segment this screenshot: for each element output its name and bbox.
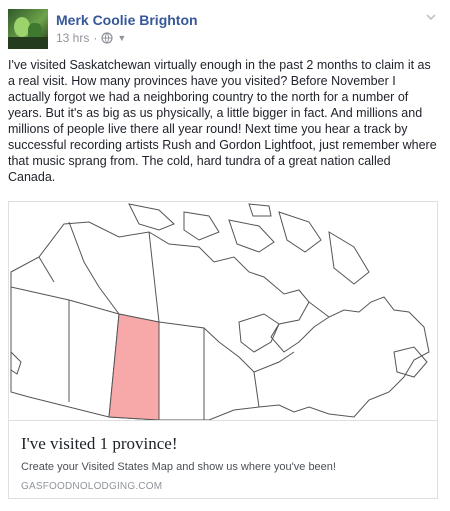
facebook-post: Merk Coolie Brighton 13 hrs · ▼ I've vis… <box>0 0 450 511</box>
vancouver-island <box>10 350 22 375</box>
avatar[interactable] <box>8 9 48 49</box>
arctic-island <box>248 203 272 217</box>
arctic-island <box>328 231 370 285</box>
author-name[interactable]: Merk Coolie Brighton <box>56 12 198 28</box>
arctic-island <box>128 203 175 231</box>
province-borders <box>10 286 330 420</box>
newfoundland <box>393 346 428 378</box>
attachment-source: GASFOODNOLODGING.COM <box>21 481 163 492</box>
attachment-description: Create your Visited States Map and show … <box>21 461 336 473</box>
arctic-island <box>183 211 220 241</box>
arctic-island <box>228 219 275 253</box>
meta-separator: · <box>93 31 98 45</box>
province-saskatchewan <box>108 313 160 420</box>
canada-map <box>9 202 437 421</box>
canada-map-svg <box>10 203 430 420</box>
attachment-title[interactable]: I've visited 1 province! <box>21 434 178 454</box>
territory-borders <box>38 221 160 323</box>
link-attachment[interactable]: I've visited 1 province! Create your Vis… <box>8 201 438 499</box>
canada-outline <box>10 221 430 420</box>
globe-icon[interactable] <box>101 32 113 44</box>
post-timestamp[interactable]: 13 hrs <box>56 31 89 45</box>
post-meta: 13 hrs · ▼ <box>56 31 126 45</box>
chevron-down-icon[interactable] <box>424 10 438 24</box>
caret-down-icon[interactable]: ▼ <box>117 33 126 43</box>
post-text: I've visited Saskatchewan virtually enou… <box>8 58 437 184</box>
avatar-background <box>8 37 48 49</box>
arctic-island <box>278 211 322 253</box>
